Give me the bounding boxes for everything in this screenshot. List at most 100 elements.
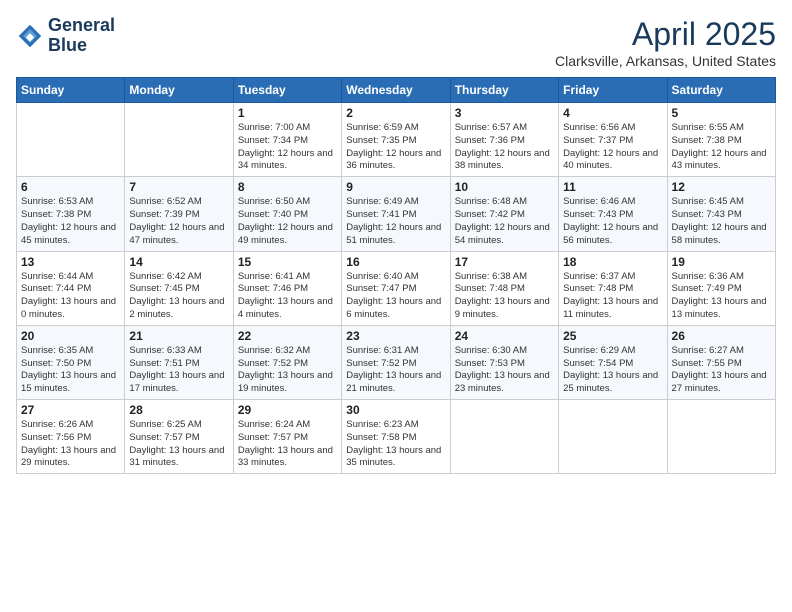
day-number: 18 [563,255,662,269]
day-number: 10 [455,180,554,194]
calendar-cell: 9 Sunrise: 6:49 AM Sunset: 7:41 PM Daylig… [342,177,450,251]
weekday-header-saturday: Saturday [667,78,775,103]
day-number: 25 [563,329,662,343]
calendar-cell: 23 Sunrise: 6:31 AM Sunset: 7:52 PM Dayli… [342,325,450,399]
day-number: 14 [129,255,228,269]
day-number: 3 [455,106,554,120]
day-number: 27 [21,403,120,417]
logo: General Blue [16,16,115,56]
day-number: 2 [346,106,445,120]
calendar-cell: 16Sunrise: 6:40 AM Sunset: 7:47 PM Dayli… [342,251,450,325]
calendar-cell: 24Sunrise: 6:30 AM Sunset: 7:53 PM Dayli… [450,325,558,399]
calendar-cell: 6 Sunrise: 6:53 AM Sunset: 7:38 PM Daylig… [17,177,125,251]
day-info: Sunrise: 6:35 AM Sunset: 7:50 PM Dayligh… [21,345,120,396]
day-info: Sunrise: 6:50 AM Sunset: 7:40 PM Dayligh… [238,196,337,247]
day-number: 12 [672,180,771,194]
day-info: Sunrise: 6:29 AM Sunset: 7:54 PM Dayligh… [563,345,662,396]
day-number: 30 [346,403,445,417]
day-info: Sunrise: 6:23 AM Sunset: 7:58 PM Dayligh… [346,419,445,470]
calendar-cell: 21Sunrise: 6:33 AM Sunset: 7:51 PM Dayli… [125,325,233,399]
calendar-cell: 30 Sunrise: 6:23 AM Sunset: 7:58 PM Dayli… [342,400,450,474]
day-number: 20 [21,329,120,343]
day-info: Sunrise: 6:24 AM Sunset: 7:57 PM Dayligh… [238,419,337,470]
day-number: 15 [238,255,337,269]
day-info: Sunrise: 6:46 AM Sunset: 7:43 PM Dayligh… [563,196,662,247]
logo-text: General Blue [48,16,115,56]
calendar-week-row: 27 Sunrise: 6:26 AM Sunset: 7:56 PM Dayli… [17,400,776,474]
calendar-cell: 10 Sunrise: 6:48 AM Sunset: 7:42 PM Dayli… [450,177,558,251]
day-number: 19 [672,255,771,269]
day-info: Sunrise: 6:36 AM Sunset: 7:49 PM Dayligh… [672,271,771,322]
calendar-cell: 4 Sunrise: 6:56 AM Sunset: 7:37 PM Daylig… [559,103,667,177]
day-number: 8 [238,180,337,194]
day-number: 21 [129,329,228,343]
day-info: Sunrise: 6:32 AM Sunset: 7:52 PM Dayligh… [238,345,337,396]
day-number: 5 [672,106,771,120]
weekday-header-sunday: Sunday [17,78,125,103]
day-info: Sunrise: 6:49 AM Sunset: 7:41 PM Dayligh… [346,196,445,247]
day-info: Sunrise: 6:53 AM Sunset: 7:38 PM Dayligh… [21,196,120,247]
day-number: 7 [129,180,228,194]
calendar-cell [17,103,125,177]
calendar-cell: 1Sunrise: 7:00 AM Sunset: 7:34 PM Daylig… [233,103,341,177]
day-number: 9 [346,180,445,194]
day-info: Sunrise: 6:56 AM Sunset: 7:37 PM Dayligh… [563,122,662,173]
day-info: Sunrise: 6:59 AM Sunset: 7:35 PM Dayligh… [346,122,445,173]
weekday-header-tuesday: Tuesday [233,78,341,103]
calendar-week-row: 13 Sunrise: 6:44 AM Sunset: 7:44 PM Dayli… [17,251,776,325]
day-info: Sunrise: 6:31 AM Sunset: 7:52 PM Dayligh… [346,345,445,396]
calendar-cell [559,400,667,474]
weekday-header-wednesday: Wednesday [342,78,450,103]
day-info: Sunrise: 7:00 AM Sunset: 7:34 PM Dayligh… [238,122,337,173]
weekday-header-row: SundayMondayTuesdayWednesdayThursdayFrid… [17,78,776,103]
calendar-cell: 22 Sunrise: 6:32 AM Sunset: 7:52 PM Dayli… [233,325,341,399]
calendar-week-row: 20 Sunrise: 6:35 AM Sunset: 7:50 PM Dayli… [17,325,776,399]
weekday-header-friday: Friday [559,78,667,103]
calendar-week-row: 1Sunrise: 7:00 AM Sunset: 7:34 PM Daylig… [17,103,776,177]
calendar-cell: 29Sunrise: 6:24 AM Sunset: 7:57 PM Dayli… [233,400,341,474]
day-number: 4 [563,106,662,120]
calendar-cell: 18Sunrise: 6:37 AM Sunset: 7:48 PM Dayli… [559,251,667,325]
day-number: 6 [21,180,120,194]
day-info: Sunrise: 6:25 AM Sunset: 7:57 PM Dayligh… [129,419,228,470]
calendar-cell: 19 Sunrise: 6:36 AM Sunset: 7:49 PM Dayli… [667,251,775,325]
day-number: 11 [563,180,662,194]
calendar-table: SundayMondayTuesdayWednesdayThursdayFrid… [16,77,776,474]
calendar-cell: 7 Sunrise: 6:52 AM Sunset: 7:39 PM Daylig… [125,177,233,251]
calendar-cell: 12 Sunrise: 6:45 AM Sunset: 7:43 PM Dayli… [667,177,775,251]
day-info: Sunrise: 6:44 AM Sunset: 7:44 PM Dayligh… [21,271,120,322]
day-number: 22 [238,329,337,343]
calendar-cell: 11 Sunrise: 6:46 AM Sunset: 7:43 PM Dayli… [559,177,667,251]
calendar-cell: 14 Sunrise: 6:42 AM Sunset: 7:45 PM Dayli… [125,251,233,325]
day-info: Sunrise: 6:41 AM Sunset: 7:46 PM Dayligh… [238,271,337,322]
calendar-cell: 17Sunrise: 6:38 AM Sunset: 7:48 PM Dayli… [450,251,558,325]
calendar-cell [667,400,775,474]
calendar-cell: 3 Sunrise: 6:57 AM Sunset: 7:36 PM Daylig… [450,103,558,177]
day-number: 23 [346,329,445,343]
calendar-cell: 27 Sunrise: 6:26 AM Sunset: 7:56 PM Dayli… [17,400,125,474]
day-info: Sunrise: 6:48 AM Sunset: 7:42 PM Dayligh… [455,196,554,247]
calendar-cell: 25 Sunrise: 6:29 AM Sunset: 7:54 PM Dayli… [559,325,667,399]
calendar-cell: 2 Sunrise: 6:59 AM Sunset: 7:35 PM Daylig… [342,103,450,177]
calendar-cell: 13 Sunrise: 6:44 AM Sunset: 7:44 PM Dayli… [17,251,125,325]
day-info: Sunrise: 6:38 AM Sunset: 7:48 PM Dayligh… [455,271,554,322]
calendar-cell: 15 Sunrise: 6:41 AM Sunset: 7:46 PM Dayli… [233,251,341,325]
weekday-header-thursday: Thursday [450,78,558,103]
day-info: Sunrise: 6:26 AM Sunset: 7:56 PM Dayligh… [21,419,120,470]
day-info: Sunrise: 6:55 AM Sunset: 7:38 PM Dayligh… [672,122,771,173]
day-info: Sunrise: 6:42 AM Sunset: 7:45 PM Dayligh… [129,271,228,322]
calendar-title: April 2025 [555,16,776,53]
calendar-cell [125,103,233,177]
calendar-cell [450,400,558,474]
day-number: 16 [346,255,445,269]
day-info: Sunrise: 6:30 AM Sunset: 7:53 PM Dayligh… [455,345,554,396]
day-number: 13 [21,255,120,269]
calendar-week-row: 6 Sunrise: 6:53 AM Sunset: 7:38 PM Daylig… [17,177,776,251]
day-info: Sunrise: 6:45 AM Sunset: 7:43 PM Dayligh… [672,196,771,247]
calendar-cell: 26Sunrise: 6:27 AM Sunset: 7:55 PM Dayli… [667,325,775,399]
calendar-cell: 28Sunrise: 6:25 AM Sunset: 7:57 PM Dayli… [125,400,233,474]
day-number: 26 [672,329,771,343]
page-header: General Blue April 2025 Clarksville, Ark… [16,16,776,69]
day-info: Sunrise: 6:57 AM Sunset: 7:36 PM Dayligh… [455,122,554,173]
day-info: Sunrise: 6:52 AM Sunset: 7:39 PM Dayligh… [129,196,228,247]
